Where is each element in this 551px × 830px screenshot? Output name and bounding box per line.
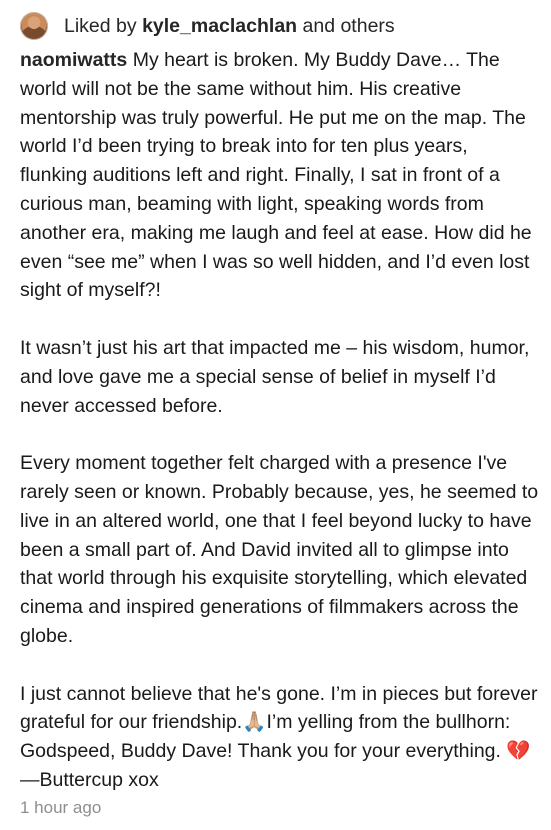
post-timestamp[interactable]: 1 hour ago bbox=[20, 798, 101, 818]
liked-by-suffix[interactable]: and others bbox=[297, 15, 395, 37]
caption-author[interactable]: naomiwatts bbox=[20, 49, 127, 71]
liked-by-text[interactable]: Liked by kyle_maclachlan and others bbox=[64, 15, 395, 38]
liked-by-username[interactable]: kyle_maclachlan bbox=[142, 15, 297, 37]
liked-by-prefix: Liked by bbox=[64, 14, 143, 37]
caption-text: My heart is broken. My Buddy Dave… The w… bbox=[20, 49, 539, 791]
user-avatar[interactable] bbox=[20, 12, 48, 40]
post-caption: naomiwatts My heart is broken. My Buddy … bbox=[20, 46, 540, 795]
liked-by-row[interactable]: Liked by kyle_maclachlan and others bbox=[20, 10, 395, 42]
